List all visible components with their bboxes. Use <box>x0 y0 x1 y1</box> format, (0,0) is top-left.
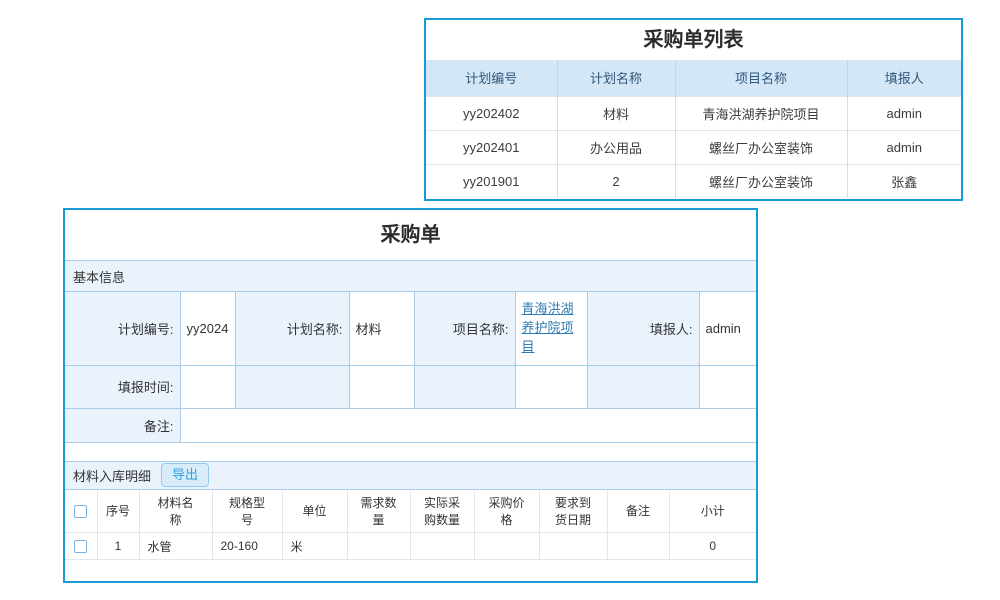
table-row[interactable]: yy202401 办公用品 螺丝厂办公室装饰 admin <box>426 130 961 164</box>
cell-project: 青海洪湖养护院项目 <box>675 96 847 130</box>
column-header-project: 项目名称 <box>675 60 847 96</box>
export-button[interactable]: 导出 <box>161 463 209 487</box>
basic-info-table: 计划编号: yy2024 计划名称: 材料 项目名称: 青海洪湖养护院项目 填报… <box>65 292 756 443</box>
column-header-subtotal: 小计 <box>669 490 756 533</box>
cell-reporter: admin <box>847 130 961 164</box>
row-checkbox[interactable] <box>74 540 87 553</box>
column-header-plan-name: 计划名称 <box>557 60 675 96</box>
cell-spec: 20-160 <box>212 533 282 560</box>
cell-due-date <box>539 533 607 560</box>
remark-label: 备注: <box>65 408 180 442</box>
column-header-remark: 备注 <box>607 490 669 533</box>
cell-project: 螺丝厂办公室装饰 <box>675 164 847 198</box>
remark-value <box>180 408 756 442</box>
reporter-label: 填报人: <box>587 292 699 365</box>
select-all-checkbox[interactable] <box>74 505 87 518</box>
detail-table-row: 1 水管 20-160 米 0 <box>65 533 756 560</box>
list-panel-title: 采购单列表 <box>426 20 961 60</box>
cell-price <box>474 533 539 560</box>
cell-plan-name: 2 <box>557 164 675 198</box>
reporter-value: admin <box>699 292 756 365</box>
cell-plan-no: yy202401 <box>426 130 557 164</box>
column-header-demand-qty: 需求数量 <box>347 490 410 533</box>
cell-seq: 1 <box>97 533 139 560</box>
cell-plan-no: yy202402 <box>426 96 557 130</box>
basic-info-section-title: 基本信息 <box>73 267 125 286</box>
form-panel-title: 采购单 <box>65 210 756 260</box>
plan-name-value: 材料 <box>349 292 414 365</box>
cell-plan-name: 办公用品 <box>557 130 675 164</box>
fill-time-value <box>180 365 235 408</box>
fill-time-label: 填报时间: <box>65 365 180 408</box>
material-detail-section-title: 材料入库明细 <box>73 466 151 485</box>
cell-project: 螺丝厂办公室装饰 <box>675 130 847 164</box>
purchase-order-form-panel: 采购单 基本信息 计划编号: yy2024 计划名称: 材料 项目名称: 青海洪… <box>63 208 758 583</box>
column-header-unit: 单位 <box>282 490 347 533</box>
project-link[interactable]: 青海洪湖养护院项目 <box>522 301 574 354</box>
table-row[interactable]: yy201901 2 螺丝厂办公室装饰 张鑫 <box>426 164 961 198</box>
cell-demand-qty <box>347 533 410 560</box>
basic-info-row-2: 填报时间: <box>65 365 756 408</box>
detail-header-row: 序号 材料名称 规格型号 单位 需求数量 实际采购数量 采购价格 要求到货日期 … <box>65 490 756 533</box>
cell-reporter: 张鑫 <box>847 164 961 198</box>
cell-plan-no: yy201901 <box>426 164 557 198</box>
material-detail-section: 材料入库明细 导出 序号 材料名称 规格型号 单位 需求数量 实际采购数量 采购… <box>65 461 756 561</box>
column-header-reporter: 填报人 <box>847 60 961 96</box>
basic-info-row-3: 备注: <box>65 408 756 442</box>
basic-info-section-header: 基本信息 <box>65 260 756 292</box>
cell-unit: 米 <box>282 533 347 560</box>
project-label: 项目名称: <box>414 292 515 365</box>
cell-actual-qty <box>410 533 474 560</box>
purchase-order-list-panel: 采购单列表 计划编号 计划名称 项目名称 填报人 yy202402 材料 青海洪… <box>424 18 963 201</box>
purchase-order-list-table: 计划编号 计划名称 项目名称 填报人 yy202402 材料 青海洪湖养护院项目… <box>426 60 961 198</box>
basic-info-row-1: 计划编号: yy2024 计划名称: 材料 项目名称: 青海洪湖养护院项目 填报… <box>65 292 756 365</box>
material-detail-section-header: 材料入库明细 导出 <box>65 461 756 490</box>
column-header-due-date: 要求到货日期 <box>539 490 607 533</box>
plan-name-label: 计划名称: <box>235 292 349 365</box>
table-row[interactable]: yy202402 材料 青海洪湖养护院项目 admin <box>426 96 961 130</box>
select-all-cell <box>65 490 97 533</box>
plan-no-label: 计划编号: <box>65 292 180 365</box>
cell-subtotal: 0 <box>669 533 756 560</box>
column-header-plan-no: 计划编号 <box>426 60 557 96</box>
list-header-row: 计划编号 计划名称 项目名称 填报人 <box>426 60 961 96</box>
cell-plan-name: 材料 <box>557 96 675 130</box>
column-header-actual-qty: 实际采购数量 <box>410 490 474 533</box>
plan-no-value: yy2024 <box>180 292 235 365</box>
row-select-cell <box>65 533 97 560</box>
column-header-spec: 规格型号 <box>212 490 282 533</box>
column-header-seq: 序号 <box>97 490 139 533</box>
cell-remark <box>607 533 669 560</box>
column-header-material: 材料名称 <box>139 490 212 533</box>
cell-reporter: admin <box>847 96 961 130</box>
cell-material: 水管 <box>139 533 212 560</box>
material-detail-table: 序号 材料名称 规格型号 单位 需求数量 实际采购数量 采购价格 要求到货日期 … <box>65 490 756 561</box>
column-header-price: 采购价格 <box>474 490 539 533</box>
